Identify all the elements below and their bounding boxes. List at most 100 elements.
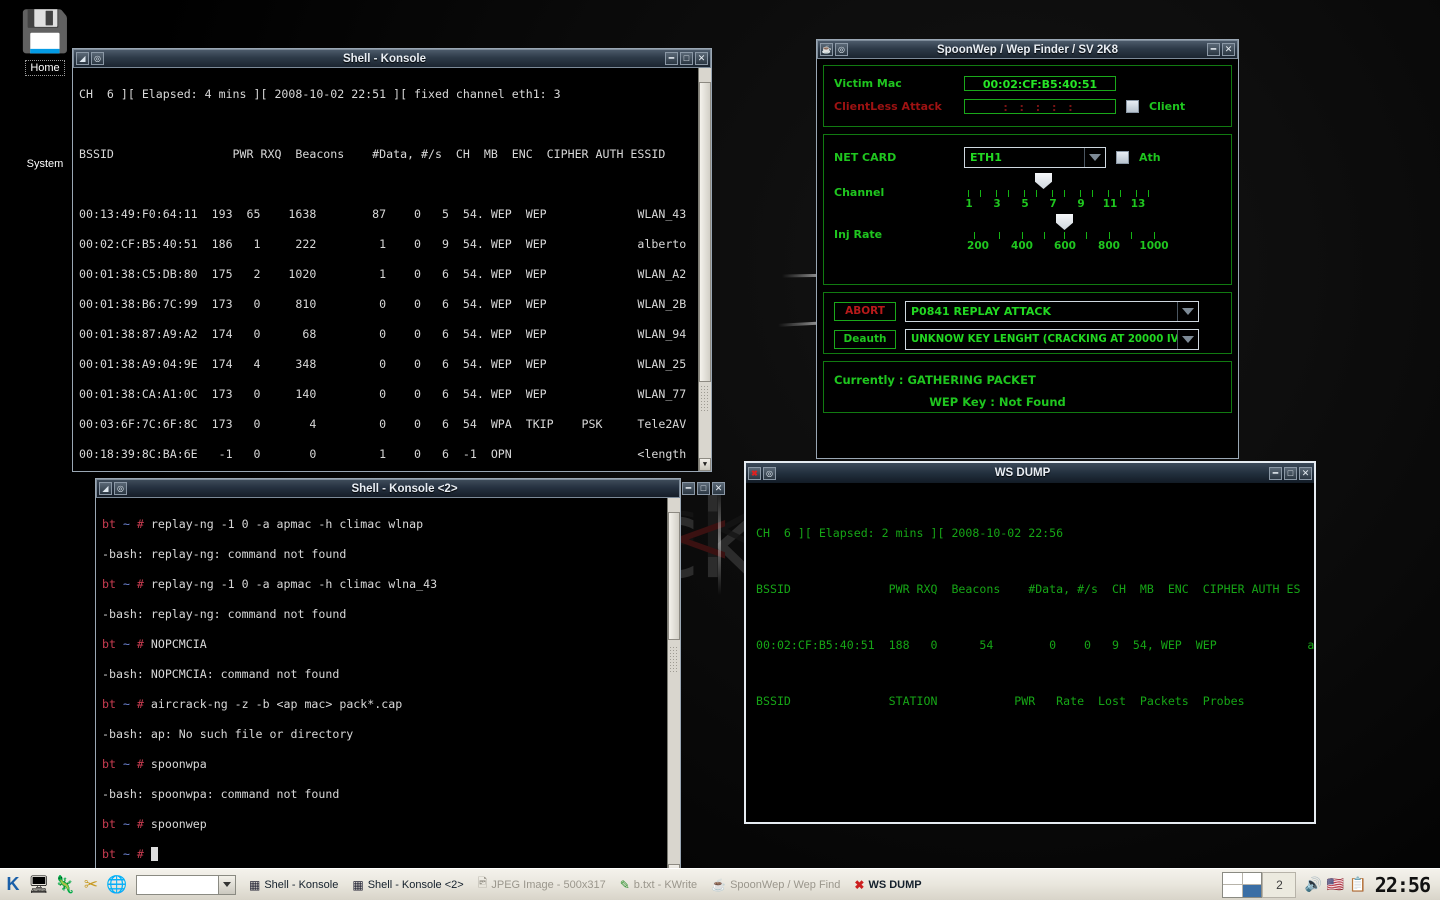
konsole-1-terminal[interactable]: CH 6 ][ Elapsed: 4 mins ][ 2008-10-02 22… (73, 68, 711, 471)
inj-rate-slider-knob[interactable] (1056, 214, 1073, 230)
pager-cell-4-active[interactable] (1243, 885, 1262, 897)
konsole-2-titlebar[interactable]: ◢ ◎ Shell - Konsole <2> ━ □ ✕ (96, 479, 680, 498)
wep-key-status: WEP Key : Not Found (834, 395, 1221, 409)
pager-cell-2[interactable] (1243, 873, 1262, 885)
victim-mac-field[interactable]: 00:02:CF:B5:40:51 (964, 76, 1116, 91)
keyboard-layout-icon[interactable]: 🇺🇸 (1327, 876, 1344, 893)
ap-row: 00:18:39:8C:BA:6E -1 0 0 1 0 6 -1 OPN <l… (79, 447, 709, 462)
inj-tick-400: 400 (1011, 240, 1033, 252)
task-button-spoonwep[interactable]: ☕ SpoonWep / Wep Find (704, 873, 847, 897)
taskbar-combo[interactable] (136, 875, 236, 895)
firefox-icon[interactable]: 🌐 (104, 872, 130, 898)
task-button-konsole-2[interactable]: ▦ Shell - Konsole <2> (345, 873, 470, 897)
close-button[interactable]: ✕ (1299, 467, 1312, 480)
spoonwep-titlebar[interactable]: ☕ ◎ SpoonWep / Wep Finder / SV 2K8 ━ ✕ (817, 40, 1238, 59)
show-desktop-icon[interactable]: 🖥 (26, 872, 52, 898)
ap-row: 00:01:38:C5:DB:80 175 2 1020 1 0 6 54. W… (79, 267, 709, 282)
scroll-thumb[interactable] (668, 512, 680, 640)
chevron-down-icon[interactable] (1177, 330, 1198, 349)
taskbar-clock[interactable]: 22:56 (1375, 873, 1440, 897)
channel-slider[interactable]: 1 3 5 7 9 11 13 (964, 182, 1164, 216)
window-menu-icon[interactable]: ◢ (76, 52, 89, 65)
pager-cell-3[interactable] (1223, 885, 1242, 897)
close-button[interactable]: ✕ (1222, 43, 1235, 56)
desktop-pager-grid[interactable] (1222, 872, 1262, 898)
task-button-kwrite[interactable]: ✎ b.txt - KWrite (613, 873, 704, 897)
maximize-button[interactable]: □ (680, 52, 693, 65)
scroll-grip (700, 385, 710, 411)
java-icon: ☕ (711, 878, 726, 892)
channel-tick-7: 7 (1049, 198, 1056, 210)
ath-checkbox[interactable] (1116, 151, 1129, 164)
ws-dump-terminal[interactable]: CH 6 ][ Elapsed: 2 mins ][ 2008-10-02 22… (746, 483, 1314, 822)
task-button-jpeg-image[interactable]: 🖻 JPEG Image - 500x317 (471, 873, 613, 897)
window-spoonwep[interactable]: ☕ ◎ SpoonWep / Wep Finder / SV 2K8 ━ ✕ V… (816, 39, 1239, 459)
crack-status-select[interactable]: UNKNOW KEY LENGHT (CRACKING AT 20000 IVS… (905, 329, 1199, 350)
maximize-button[interactable]: □ (1284, 467, 1297, 480)
inj-rate-slider[interactable]: 200 400 600 800 1000 (964, 224, 1174, 258)
minimize-button[interactable]: ━ (1207, 43, 1220, 56)
task-button-ws-dump[interactable]: ✖ WS DUMP (847, 873, 928, 897)
maximize-button[interactable]: □ (697, 482, 710, 495)
prompt-symbol: # (137, 697, 144, 711)
minimize-button[interactable]: ━ (682, 482, 695, 495)
java-app-icon[interactable]: ☕ (820, 43, 833, 56)
sticky-icon[interactable]: ◎ (763, 467, 776, 480)
deauth-button[interactable]: Deauth (834, 330, 896, 349)
window-menu-icon[interactable]: ◢ (99, 482, 112, 495)
close-button[interactable]: ✕ (695, 52, 708, 65)
inj-tick-600: 600 (1054, 240, 1076, 252)
x-app-icon[interactable]: ✖ (748, 467, 761, 480)
attack-type-select[interactable]: P0841 REPLAY ATTACK (905, 301, 1199, 322)
klipper-icon[interactable]: ✂ (78, 872, 104, 898)
victim-panel: Victim Mac 00:02:CF:B5:40:51 ClientLess … (823, 65, 1232, 127)
command-text: NOPCMCIA (151, 637, 207, 651)
prompt-path: ~ (123, 637, 130, 651)
ws-dump-titlebar[interactable]: ✖ ◎ WS DUMP ━ □ ✕ (746, 463, 1314, 483)
konsole-1-titlebar[interactable]: ◢ ◎ Shell - Konsole ━ □ ✕ (73, 49, 711, 68)
close-button[interactable]: ✕ (712, 482, 725, 495)
window-konsole-1[interactable]: ◢ ◎ Shell - Konsole ━ □ ✕ CH 6 ][ Elapse… (72, 48, 712, 472)
inj-rate-track[interactable]: 200 400 600 800 1000 (964, 232, 1174, 258)
pager[interactable]: 2 (1222, 872, 1296, 898)
task-label: Shell - Konsole <2> (368, 879, 464, 891)
task-label: WS DUMP (868, 879, 921, 891)
volume-icon[interactable]: 🔊 (1304, 876, 1321, 893)
inj-tick-1000: 1000 (1139, 240, 1168, 252)
netcard-select[interactable]: ETH1 (964, 147, 1106, 168)
klipper-tray-icon[interactable]: 📋 (1349, 876, 1366, 893)
channel-track[interactable]: 1 3 5 7 9 11 13 (964, 190, 1164, 216)
task-button-konsole-1[interactable]: ▦ Shell - Konsole (242, 873, 345, 897)
minimize-button[interactable]: ━ (665, 52, 678, 65)
kwrite-icon: ✎ (620, 878, 630, 892)
minimize-button[interactable]: ━ (1269, 467, 1282, 480)
command-text: spoonwep (151, 817, 207, 831)
system-tray[interactable]: 🔊 🇺🇸 📋 (1296, 876, 1374, 893)
sticky-icon[interactable]: ◎ (835, 43, 848, 56)
scroll-thumb[interactable] (699, 82, 711, 382)
window-konsole-2[interactable]: ◢ ◎ Shell - Konsole <2> ━ □ ✕ bt ~ # rep… (95, 478, 681, 878)
pager-cell-1[interactable] (1223, 873, 1242, 885)
client-checkbox[interactable] (1126, 100, 1139, 113)
kmenu-icon[interactable]: K (0, 872, 26, 898)
taskbar[interactable]: K 🖥 🦎 ✂ 🌐 ▦ Shell - Konsole ▦ Shell - Ko… (0, 868, 1440, 900)
desktop-number[interactable]: 2 (1262, 872, 1296, 898)
window-ws-dump[interactable]: ✖ ◎ WS DUMP ━ □ ✕ CH 6 ][ Elapsed: 2 min… (744, 461, 1316, 824)
terminal-line: -bash: NOPCMCIA: command not found (102, 667, 678, 682)
client-checkbox-label: Client (1149, 100, 1185, 113)
chevron-down-icon[interactable] (218, 876, 235, 894)
scroll-down-arrow[interactable]: ▼ (699, 458, 711, 471)
chevron-down-icon[interactable] (1177, 302, 1198, 321)
konqueror-icon[interactable]: 🦎 (52, 872, 78, 898)
konsole-2-terminal[interactable]: bt ~ # replay-ng -1 0 -a apmac -h climac… (96, 498, 680, 877)
sticky-icon[interactable]: ◎ (91, 52, 104, 65)
ap-row: 00:01:38:B6:7C:99 173 0 810 0 0 6 54. WE… (79, 297, 709, 312)
clientless-mac-field[interactable]: : : : : : (964, 99, 1116, 114)
konsole-2-scrollbar[interactable]: ▲ ▼ (667, 498, 680, 877)
chevron-down-icon[interactable] (1084, 148, 1105, 167)
konsole-1-scrollbar[interactable]: ▲ ▼ (698, 68, 711, 471)
abort-button[interactable]: ABORT (834, 302, 896, 321)
prompt-user: bt (102, 757, 116, 771)
channel-slider-knob[interactable] (1035, 173, 1052, 189)
sticky-icon[interactable]: ◎ (114, 482, 127, 495)
